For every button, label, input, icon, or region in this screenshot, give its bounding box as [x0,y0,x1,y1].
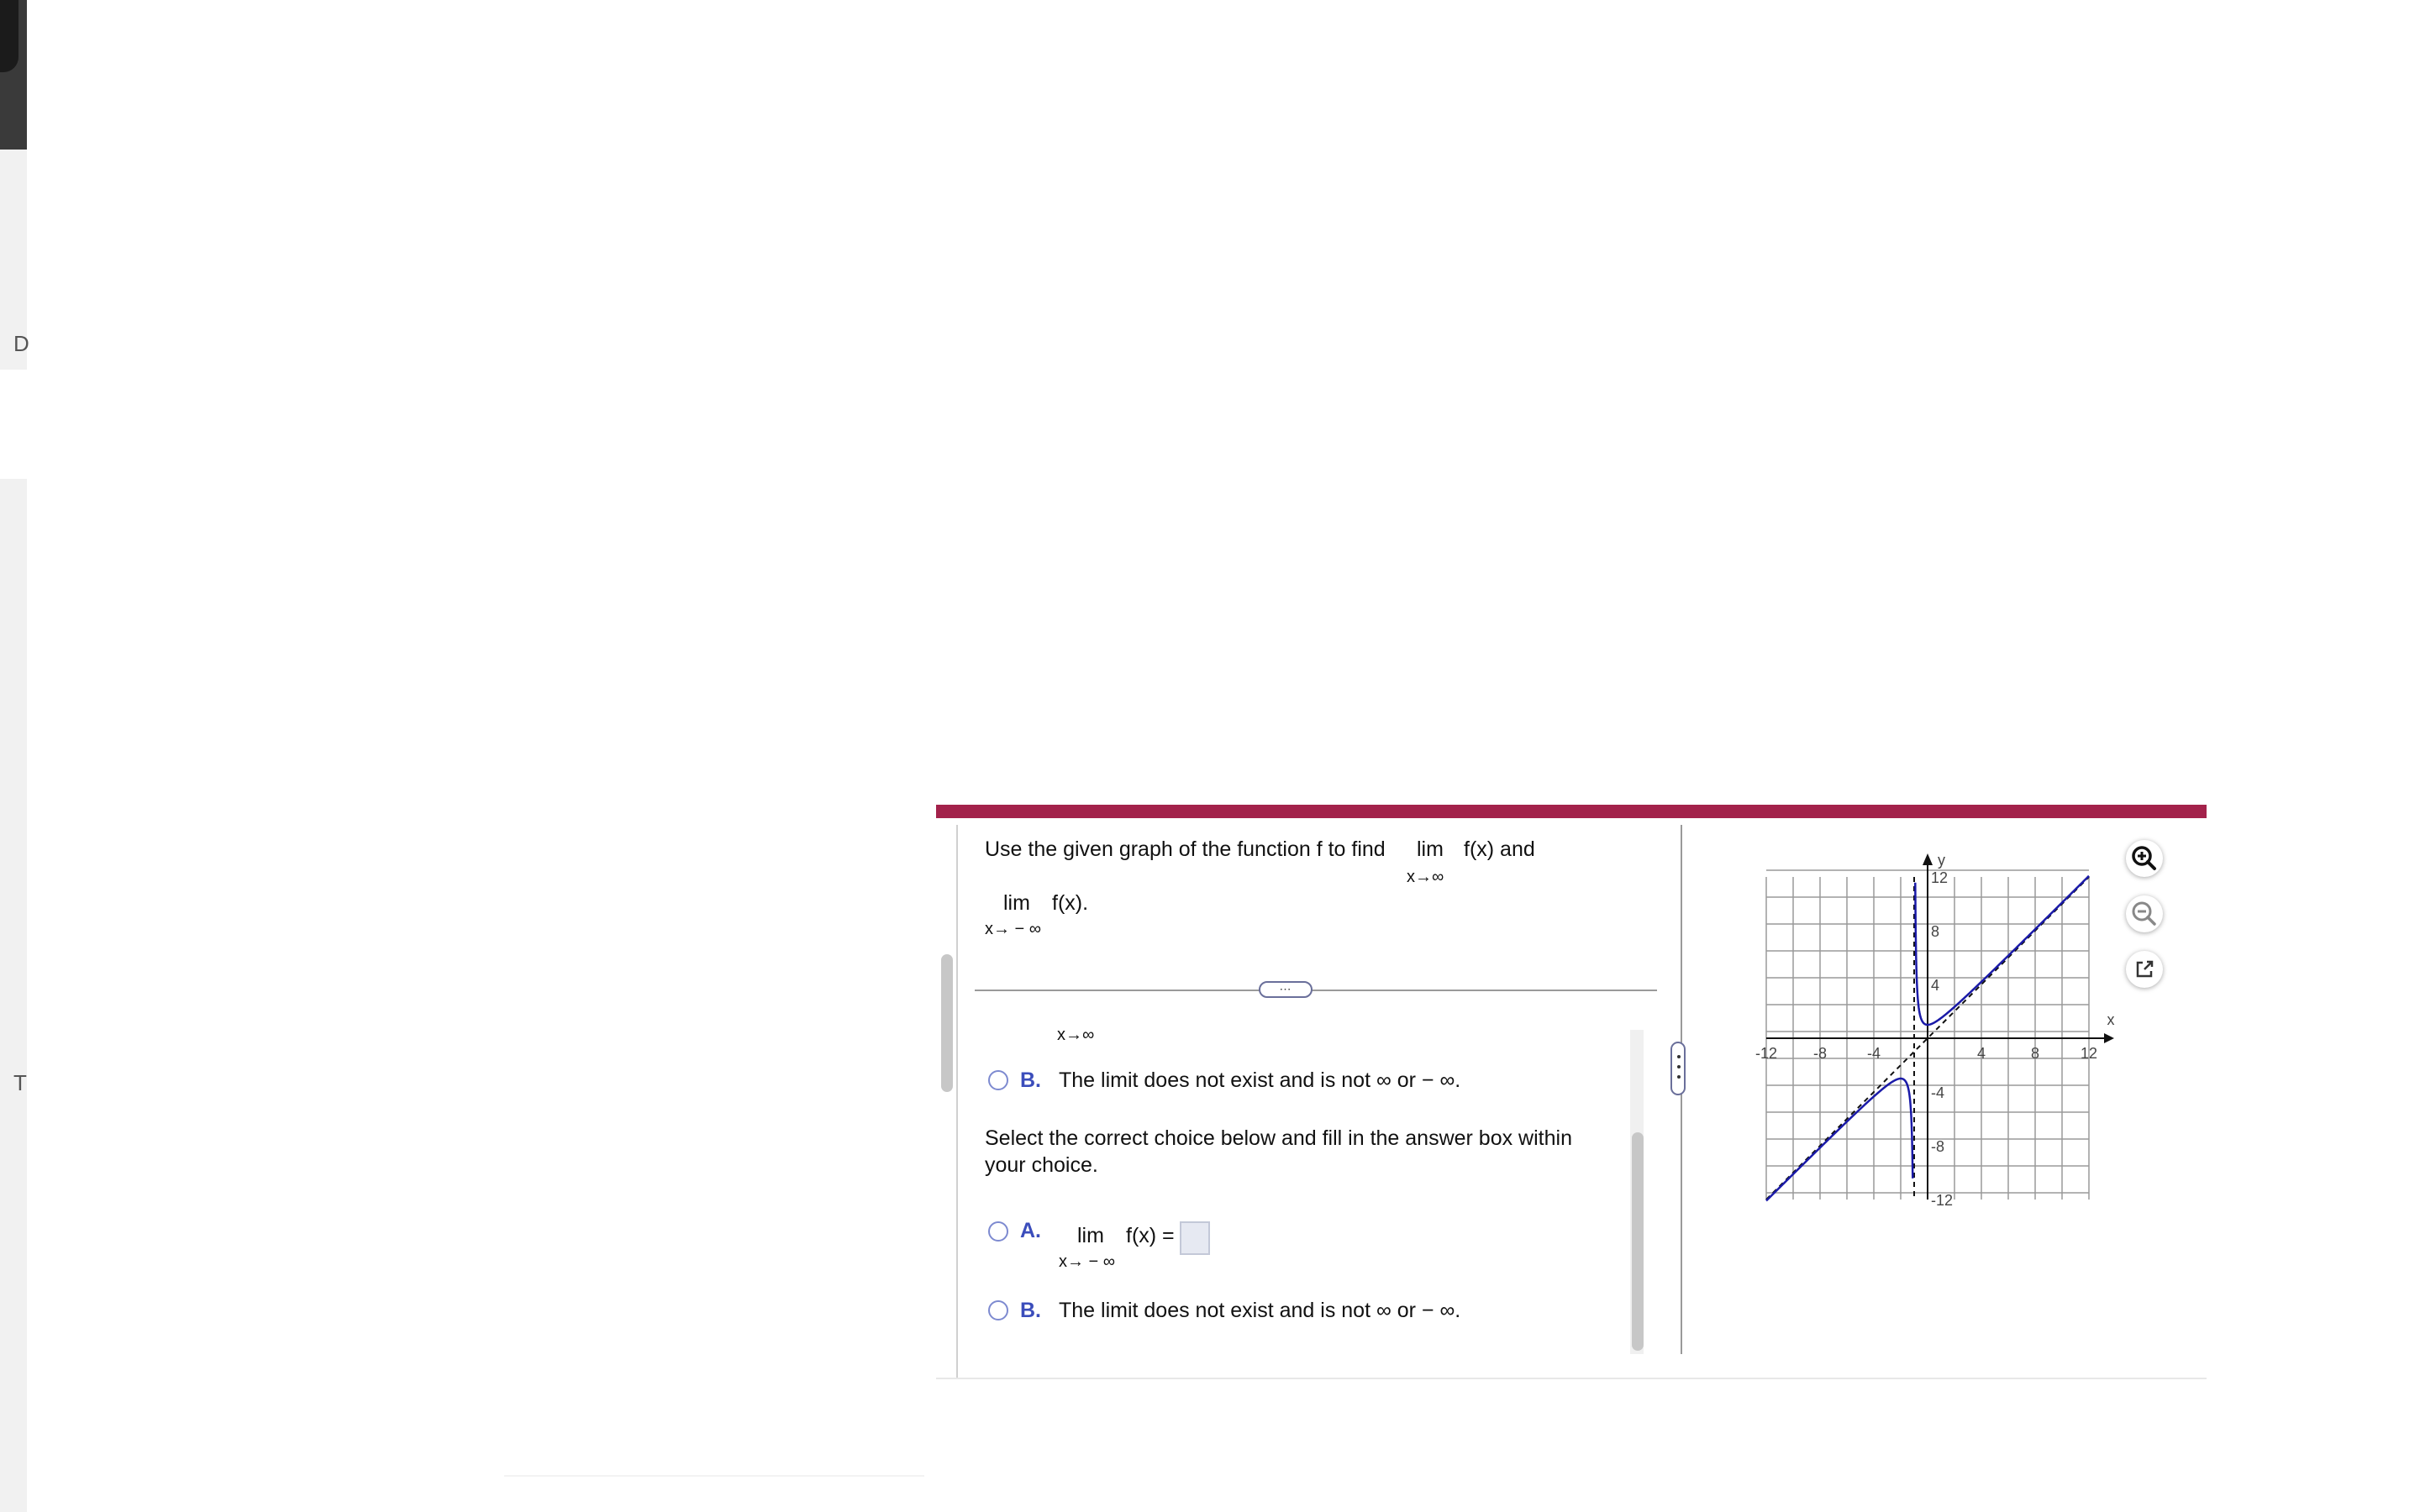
y-tick-label: -8 [1931,1138,1944,1155]
left-app-strip: D T [0,0,29,1512]
limit-label: lim [1077,1224,1104,1247]
x-tick-label: -8 [1813,1045,1827,1062]
y-tick-label: -4 [1931,1084,1944,1101]
option-b-text[interactable]: The limit does not exist and is not ∞ or… [1059,1298,1460,1323]
x-tick-label: 12 [2081,1045,2097,1062]
left-scrollbar[interactable] [941,954,953,1092]
section-divider [975,990,1657,991]
x-tick-label: -4 [1867,1045,1881,1062]
x-axis-label: x [2107,1011,2115,1028]
answer-scrollbar[interactable] [1632,1132,1644,1351]
option-b-letter: B. [1020,1299,1041,1322]
limit-subscript: x→∞ [1407,868,1444,886]
zoom-in-icon [2132,846,2156,870]
limit-label: lim [1417,837,1444,861]
x-tick-label: 4 [1977,1045,1986,1062]
question-prompt-text: Use the given graph of the function f to… [985,837,1386,861]
option-b-letter: B. [1020,1068,1041,1092]
card-accent-bar [936,805,2207,818]
x-axis-arrow [2104,1033,2114,1043]
popout-button[interactable] [2126,951,2163,988]
limit-subscript: x→∞ [1057,1026,1095,1044]
x-tick-label: -12 [1755,1045,1777,1062]
function-label: f(x). [1052,891,1089,915]
zoom-out-button[interactable] [2126,895,2163,932]
limit-subscript: x→ − ∞ [985,920,1042,938]
option-a-letter: A. [1020,1219,1041,1242]
graph-svg: -12 -8 -4 4 8 12 12 8 4 -4 -8 -12 y x [1755,852,2115,1209]
zoom-out-icon [2132,901,2156,926]
limit-subscript: x→ − ∞ [1059,1252,1116,1271]
splitter-handle[interactable] [1670,1042,1686,1095]
strip-letter-t: T [13,1070,27,1095]
y-axis-label: y [1938,852,1945,869]
strip-gap [0,370,27,479]
y-tick-label: -12 [1931,1192,1953,1209]
function-label: f(x) and [1464,837,1535,861]
y-tick-label: 4 [1931,977,1939,994]
limit-label: lim [1003,891,1030,915]
faint-divider [504,1475,924,1477]
radio-option-a[interactable] [988,1221,1008,1242]
instruction-text: Select the correct choice below and fill… [985,1126,1572,1150]
y-tick-label: 12 [1931,869,1948,886]
x-tick-label: 8 [2031,1045,2039,1062]
instruction-text: your choice. [985,1153,1098,1177]
strip-letter-d: D [13,331,29,356]
function-graph: -12 -8 -4 4 8 12 12 8 4 -4 -8 -12 y x [1748,852,2118,1226]
y-axis-arrow [1923,853,1933,865]
card-bottom-border [936,1378,2207,1379]
y-tick-label: 8 [1931,923,1939,940]
zoom-in-button[interactable] [2126,840,2163,877]
function-label: f(x) = [1126,1224,1175,1247]
dark-tab [0,0,18,72]
card-left-border [956,825,958,1379]
expand-collapse-button[interactable]: ⋯ [1259,981,1313,998]
option-b-text[interactable]: The limit does not exist and is not ∞ or… [1059,1068,1460,1093]
external-link-icon [2136,960,2154,978]
question-card: Use the given graph of the function f to… [936,805,2207,1381]
radio-option-b[interactable] [988,1300,1008,1320]
answer-input[interactable] [1180,1221,1210,1255]
radio-option-b-part1[interactable] [988,1070,1008,1090]
